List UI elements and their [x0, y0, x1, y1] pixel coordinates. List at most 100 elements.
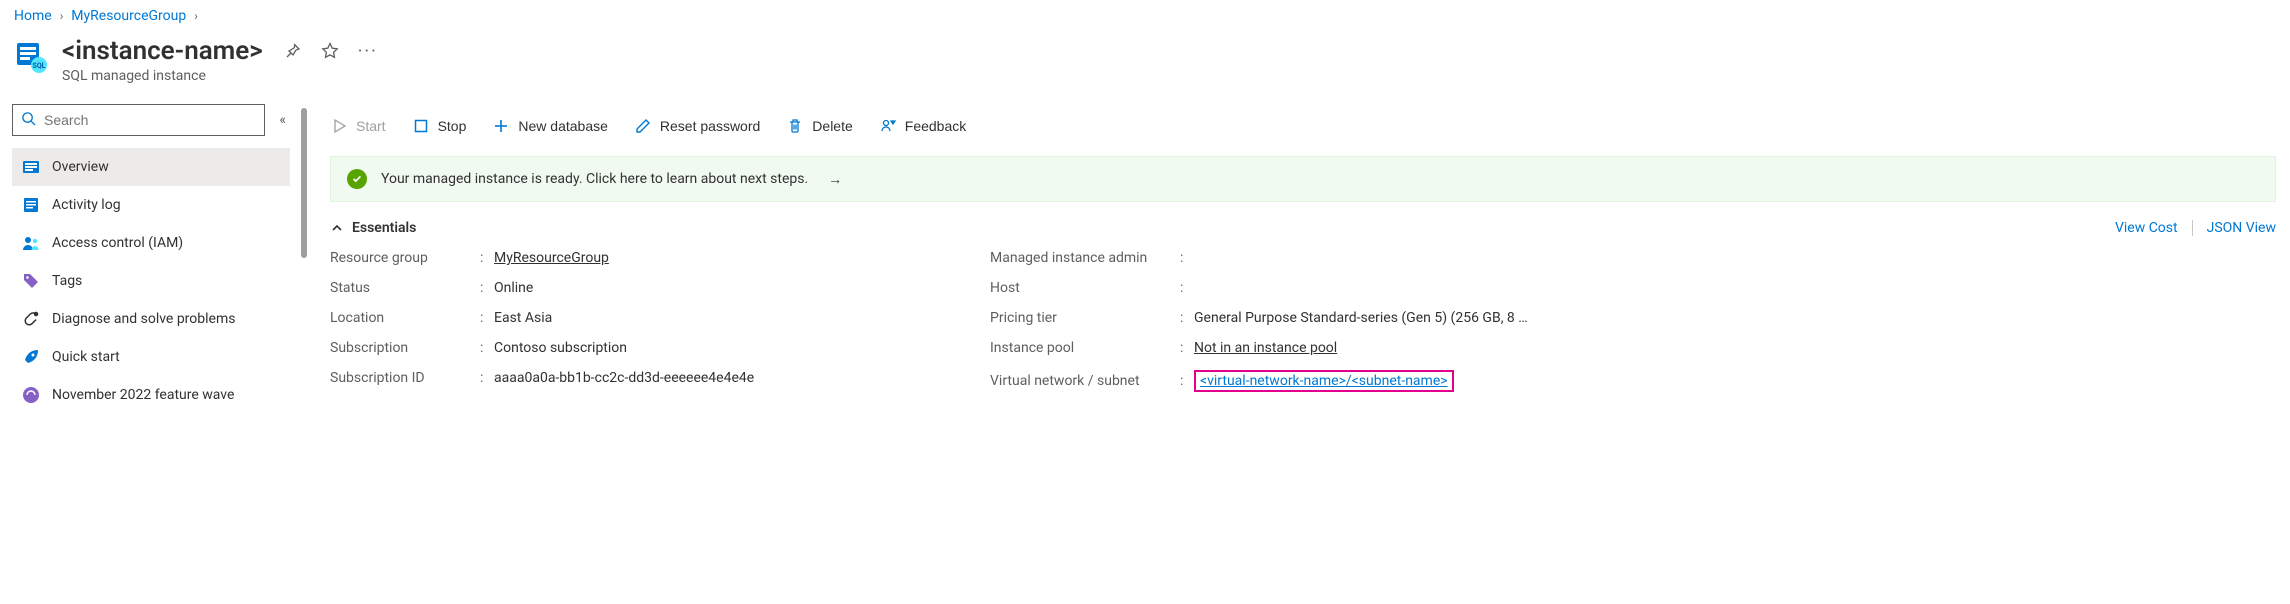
pricing-tier-value: General Purpose Standard-series (Gen 5) …: [1194, 310, 1528, 326]
feedback-button[interactable]: Feedback: [879, 117, 966, 135]
play-icon: [330, 117, 348, 135]
reset-password-label: Reset password: [660, 118, 760, 134]
sidebar-item-label: Activity log: [52, 197, 121, 213]
subscription-value: Contoso subscription: [494, 340, 627, 356]
page-header: SQL <instance-name> ··· SQL managed inst…: [0, 28, 2290, 104]
subscription-id-value: aaaa0a0a-bb1b-cc2c-dd3d-eeeeee4e4e4e: [494, 370, 754, 386]
feedback-icon: [879, 117, 897, 135]
essentials-row-vnet: Virtual network / subnet : <virtual-netw…: [990, 370, 2276, 392]
stop-label: Stop: [438, 118, 467, 134]
overview-icon: [22, 158, 40, 176]
collapse-sidebar-icon[interactable]: «: [275, 108, 290, 132]
sidebar-item-label: Diagnose and solve problems: [52, 311, 235, 327]
json-view-link[interactable]: JSON View: [2207, 220, 2276, 236]
feedback-label: Feedback: [905, 118, 966, 134]
sidebar-item-label: November 2022 feature wave: [52, 387, 234, 403]
ready-banner[interactable]: Your managed instance is ready. Click he…: [330, 156, 2276, 202]
essentials-panel: Resource group : MyResourceGroup Status …: [330, 250, 2276, 392]
divider: [2192, 220, 2193, 236]
essentials-row-location: Location : East Asia: [330, 310, 950, 326]
tags-icon: [22, 272, 40, 290]
essentials-toggle[interactable]: Essentials: [330, 220, 416, 236]
sidebar-item-label: Overview: [52, 159, 109, 175]
new-database-label: New database: [518, 118, 608, 134]
status-value: Online: [494, 280, 533, 296]
pin-icon[interactable]: [283, 42, 301, 60]
access-control-icon: [22, 234, 40, 252]
more-icon[interactable]: ···: [359, 42, 377, 60]
essentials-label: Instance pool: [990, 340, 1180, 356]
sidebar: « Overview Activity log Access control (…: [0, 104, 300, 414]
essentials-row-pricing-tier: Pricing tier : General Purpose Standard-…: [990, 310, 2276, 326]
diagnose-icon: [22, 310, 40, 328]
start-label: Start: [356, 118, 386, 134]
feature-wave-icon: [22, 386, 40, 404]
page-title: <instance-name>: [62, 36, 263, 66]
essentials-label: Host: [990, 280, 1180, 296]
start-button: Start: [330, 117, 386, 135]
trash-icon: [786, 117, 804, 135]
breadcrumb-home[interactable]: Home: [14, 8, 52, 24]
essentials-label: Subscription: [330, 340, 480, 356]
sidebar-item-overview[interactable]: Overview: [12, 148, 290, 186]
chevron-up-icon: [330, 221, 344, 235]
essentials-label: Resource group: [330, 250, 480, 266]
sidebar-nav: Overview Activity log Access control (IA…: [12, 148, 290, 414]
sidebar-search[interactable]: [12, 104, 265, 136]
sidebar-item-quick-start[interactable]: Quick start: [12, 338, 290, 376]
essentials-label: Virtual network / subnet: [990, 373, 1180, 389]
essentials-label: Pricing tier: [990, 310, 1180, 326]
new-database-button[interactable]: New database: [492, 117, 608, 135]
star-icon[interactable]: [321, 42, 339, 60]
chevron-right-icon: ›: [60, 9, 64, 23]
edit-icon: [634, 117, 652, 135]
sidebar-item-label: Access control (IAM): [52, 235, 183, 251]
main-content: Start Stop New database Reset password: [308, 104, 2290, 414]
sidebar-item-activity-log[interactable]: Activity log: [12, 186, 290, 224]
resource-group-link[interactable]: MyResourceGroup: [494, 250, 609, 266]
sidebar-scrollbar[interactable]: [300, 104, 308, 414]
essentials-label: Status: [330, 280, 480, 296]
success-icon: [347, 169, 367, 189]
command-bar: Start Stop New database Reset password: [330, 104, 2276, 148]
essentials-label: Managed instance admin: [990, 250, 1180, 266]
sidebar-item-label: Quick start: [52, 349, 120, 365]
essentials-row-admin: Managed instance admin :: [990, 250, 2276, 266]
sidebar-item-access-control[interactable]: Access control (IAM): [12, 224, 290, 262]
view-cost-link[interactable]: View Cost: [2115, 220, 2178, 236]
sidebar-item-label: Tags: [52, 273, 82, 289]
plus-icon: [492, 117, 510, 135]
chevron-right-icon: ›: [194, 9, 198, 23]
essentials-row-host: Host :: [990, 280, 2276, 296]
essentials-label: Location: [330, 310, 480, 326]
sidebar-item-tags[interactable]: Tags: [12, 262, 290, 300]
sidebar-item-feature-wave[interactable]: November 2022 feature wave: [12, 376, 290, 414]
delete-label: Delete: [812, 118, 852, 134]
search-icon: [21, 111, 36, 130]
vnet-subnet-link[interactable]: <virtual-network-name>/<subnet-name>: [1194, 370, 1454, 392]
resource-type-label: SQL managed instance: [62, 68, 377, 84]
essentials-row-resource-group: Resource group : MyResourceGroup: [330, 250, 950, 266]
arrow-right-icon: →: [828, 171, 842, 188]
sidebar-search-input[interactable]: [44, 112, 256, 128]
essentials-row-subscription: Subscription : Contoso subscription: [330, 340, 950, 356]
svg-text:SQL: SQL: [33, 62, 46, 70]
essentials-label: Subscription ID: [330, 370, 480, 386]
sidebar-item-diagnose[interactable]: Diagnose and solve problems: [12, 300, 290, 338]
sql-managed-instance-icon: SQL: [14, 40, 48, 74]
breadcrumb-resource-group[interactable]: MyResourceGroup: [71, 8, 186, 24]
scrollbar-thumb[interactable]: [301, 108, 307, 258]
stop-button[interactable]: Stop: [412, 117, 467, 135]
essentials-row-instance-pool: Instance pool : Not in an instance pool: [990, 340, 2276, 356]
banner-text: Your managed instance is ready. Click he…: [381, 171, 808, 187]
delete-button[interactable]: Delete: [786, 117, 852, 135]
activity-log-icon: [22, 196, 40, 214]
breadcrumb: Home › MyResourceGroup ›: [0, 0, 2290, 28]
instance-pool-link[interactable]: Not in an instance pool: [1194, 340, 1337, 356]
location-value: East Asia: [494, 310, 552, 326]
essentials-row-status: Status : Online: [330, 280, 950, 296]
stop-icon: [412, 117, 430, 135]
essentials-row-subscription-id: Subscription ID : aaaa0a0a-bb1b-cc2c-dd3…: [330, 370, 950, 386]
reset-password-button[interactable]: Reset password: [634, 117, 760, 135]
quick-start-icon: [22, 348, 40, 366]
